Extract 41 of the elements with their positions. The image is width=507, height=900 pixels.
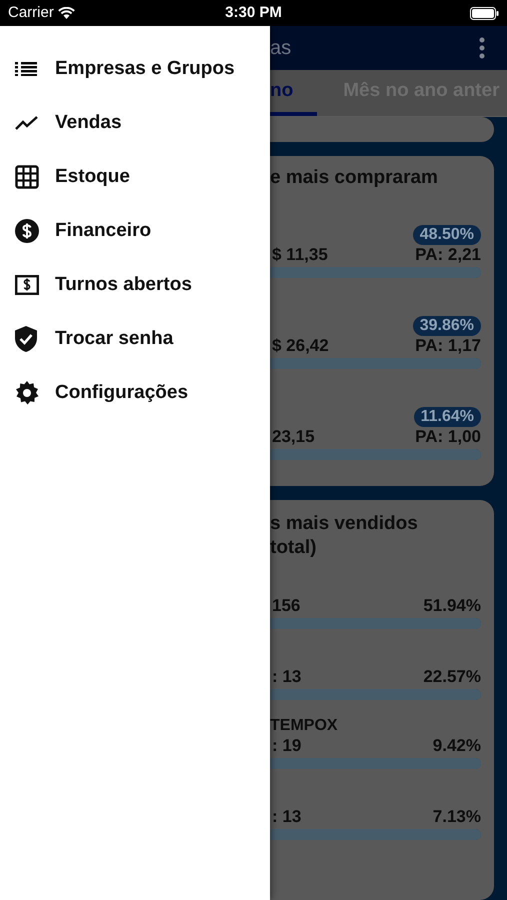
reading-label: PA: 1,00 — [415, 427, 481, 447]
reading-label: PA: 2,21 — [415, 245, 481, 265]
menu-item[interactable]: Estoque — [55, 162, 130, 192]
cash-register-icon — [15, 275, 39, 295]
more-icon[interactable] — [479, 36, 485, 59]
value-label: : 13 — [271, 807, 302, 827]
trend-line-icon — [15, 116, 39, 130]
card-title: s mais vendidos — [270, 512, 419, 536]
value-label: $ 26,42 — [271, 336, 329, 356]
carrier-label: Carrier — [8, 2, 54, 23]
percent-badge: 11.64% — [414, 407, 481, 427]
header-title: as — [270, 36, 292, 61]
reading-label: 51.94% — [423, 596, 481, 616]
settings-icon — [15, 381, 39, 405]
battery-icon — [470, 6, 499, 20]
value-label: 156 — [271, 596, 300, 616]
menu-item[interactable]: Turnos abertos — [55, 270, 192, 300]
menu-item[interactable]: Configurações — [55, 378, 188, 408]
reading-label: PA: 1,17 — [415, 336, 481, 356]
value-label: 23,15 — [271, 427, 315, 447]
list-icon — [15, 62, 37, 76]
product-name: TEMPOX — [270, 716, 339, 736]
card-title: total) — [270, 536, 318, 560]
reading-label: 9.42% — [432, 736, 481, 756]
reading-label: 7.13% — [432, 807, 481, 827]
menu-item[interactable]: Empresas e Grupos — [55, 54, 235, 84]
grid-icon — [15, 165, 39, 189]
wifi-icon — [58, 7, 75, 19]
value-label: : 19 — [271, 736, 302, 756]
shield-check-icon — [15, 326, 37, 352]
percent-badge: 39.86% — [412, 316, 481, 336]
percent-badge: 48.50% — [412, 225, 481, 245]
menu-item[interactable]: Financeiro — [55, 216, 152, 246]
dollar-coin-icon — [15, 219, 39, 243]
value-label: $ 11,35 — [271, 245, 328, 265]
reading-label: 22.57% — [423, 667, 481, 687]
card-title: e mais compraram — [270, 166, 439, 190]
value-label: : 13 — [271, 667, 302, 687]
menu-item[interactable]: Trocar senha — [55, 324, 174, 354]
clock-time: 3:30 PM — [225, 2, 282, 23]
menu-item[interactable]: Vendas — [55, 108, 122, 138]
